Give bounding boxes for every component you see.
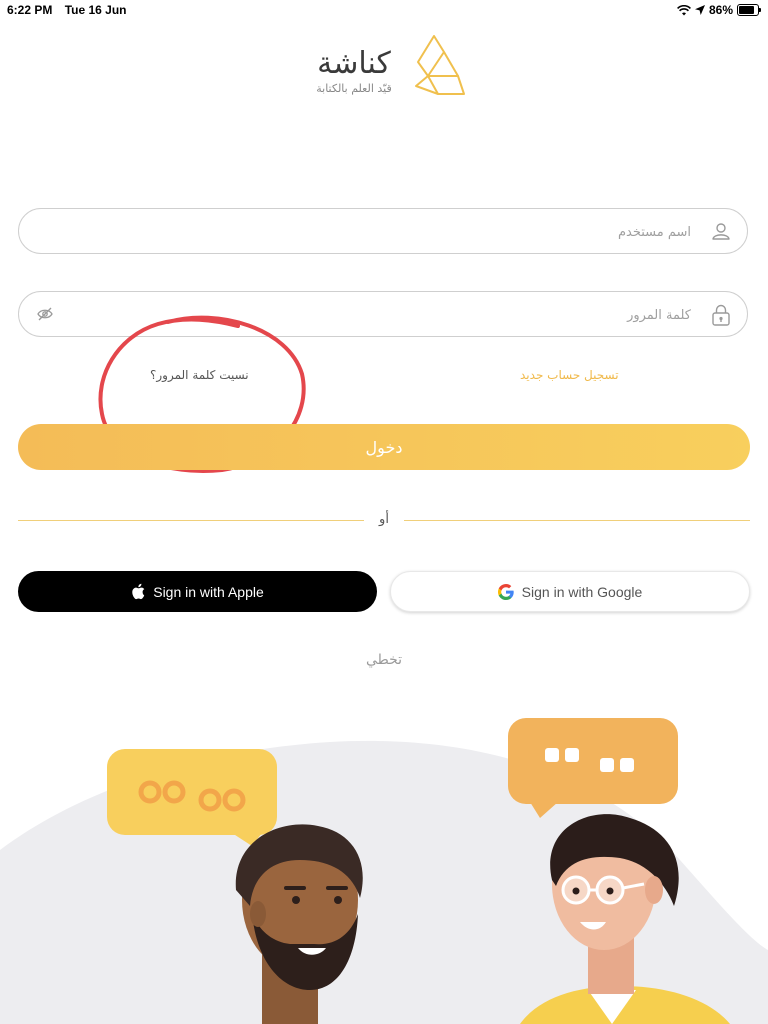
status-bar: 6:22 PM Tue 16 Jun 86%	[0, 0, 768, 20]
login-button[interactable]: دخول	[18, 424, 750, 470]
battery-percent: 86%	[708, 3, 733, 17]
wifi-icon	[677, 4, 691, 16]
status-left: 6:22 PM Tue 16 Jun	[7, 3, 136, 17]
location-arrow-icon	[694, 5, 705, 15]
right-speech-bubble	[508, 718, 678, 818]
register-link[interactable]: تسجيل حساب جديد	[520, 368, 619, 382]
apple-button-label: Sign in with Apple	[153, 583, 264, 600]
logo-name: كناشة	[317, 46, 391, 81]
username-field[interactable]	[18, 208, 748, 254]
divider-line-left	[18, 520, 364, 521]
username-input[interactable]	[79, 219, 693, 245]
google-button-label: Sign in with Google	[521, 583, 643, 600]
google-icon	[497, 583, 514, 600]
status-right: 86%	[673, 3, 761, 17]
user-icon	[711, 221, 731, 245]
status-time: 6:22 PM	[7, 3, 53, 17]
book-mark-icon	[408, 34, 468, 100]
eye-slash-icon[interactable]	[37, 306, 53, 325]
conversation-illustration	[0, 718, 768, 1024]
skip-link[interactable]: تخطي	[344, 652, 424, 668]
sign-in-apple-button[interactable]: Sign in with Apple	[18, 571, 377, 612]
battery-icon	[737, 4, 761, 16]
lock-icon	[711, 304, 731, 330]
app-logo: كناشة قيّد العلم بالكتابة	[300, 34, 470, 98]
logo-tagline: قيّد العلم بالكتابة	[316, 82, 392, 95]
left-speech-bubble	[107, 749, 277, 846]
apple-icon	[131, 583, 145, 600]
divider-or: أو	[379, 512, 389, 527]
sign-in-google-button[interactable]: Sign in with Google	[390, 571, 750, 612]
status-date: Tue 16 Jun	[64, 3, 127, 17]
divider-line-right	[404, 520, 750, 521]
